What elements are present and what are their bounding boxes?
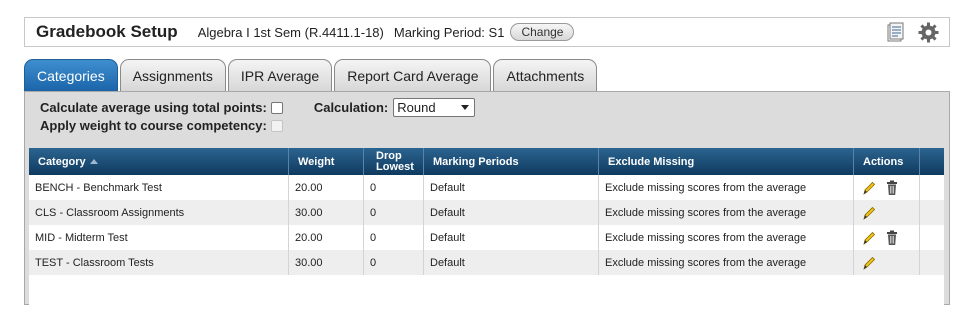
table-header: Category Weight Drop Lowest Marking Peri… xyxy=(29,148,944,175)
cell-drop-lowest: 0 xyxy=(364,175,424,200)
edit-pencil-icon[interactable] xyxy=(862,205,876,221)
tab-bar: Categories Assignments IPR Average Repor… xyxy=(24,59,599,92)
col-actions-label: Actions xyxy=(863,155,904,168)
cell-marking-periods: Default xyxy=(424,225,599,250)
tab-categories[interactable]: Categories xyxy=(24,59,118,92)
tab-assignments[interactable]: Assignments xyxy=(119,59,226,92)
table-empty-area xyxy=(29,275,944,326)
cell-marking-periods: Default xyxy=(424,250,599,275)
cell-weight: 20.00 xyxy=(289,225,364,250)
cell-spacer xyxy=(920,225,944,250)
cell-spacer xyxy=(920,200,944,225)
sort-asc-icon xyxy=(89,159,98,164)
categories-table: Category Weight Drop Lowest Marking Peri… xyxy=(29,148,944,326)
edit-pencil-icon[interactable] xyxy=(862,180,876,196)
col-category[interactable]: Category xyxy=(29,148,289,175)
total-points-label: Calculate average using total points: xyxy=(40,100,267,115)
total-points-option: Calculate average using total points: Ca… xyxy=(40,98,476,117)
cell-weight: 30.00 xyxy=(289,200,364,225)
table-row: MID - Midterm Test 20.00 0 Default Exclu… xyxy=(29,225,944,250)
col-marking-periods: Marking Periods xyxy=(424,148,599,175)
weight-checkbox[interactable] xyxy=(270,119,283,132)
weight-label: Apply weight to course competency: xyxy=(40,118,267,133)
col-spacer xyxy=(920,148,944,175)
chevron-down-icon xyxy=(461,105,470,110)
page-title: Gradebook Setup xyxy=(36,22,178,41)
cell-category: BENCH - Benchmark Test xyxy=(29,175,289,200)
cell-drop-lowest: 0 xyxy=(364,200,424,225)
table-row: CLS - Classroom Assignments 30.00 0 Defa… xyxy=(29,200,944,225)
col-lowest-label: Lowest xyxy=(376,160,414,173)
page-header: Gradebook Setup Algebra I 1st Sem (R.441… xyxy=(24,17,950,47)
col-weight: Weight xyxy=(289,148,364,175)
table-row: TEST - Classroom Tests 30.00 0 Default E… xyxy=(29,250,944,275)
cell-category: CLS - Classroom Assignments xyxy=(29,200,289,225)
course-name: Algebra I 1st Sem (R.4411.1-18) xyxy=(197,24,384,40)
tab-ipr-average[interactable]: IPR Average xyxy=(227,59,333,92)
cell-weight: 20.00 xyxy=(289,175,364,200)
cell-category: MID - Midterm Test xyxy=(29,225,289,250)
categories-panel: Calculate average using total points: Ca… xyxy=(24,91,950,326)
cell-actions xyxy=(854,175,920,200)
cell-weight: 30.00 xyxy=(289,250,364,275)
cell-spacer xyxy=(920,250,944,275)
cell-category: TEST - Classroom Tests xyxy=(29,250,289,275)
cell-marking-periods: Default xyxy=(424,200,599,225)
cell-spacer xyxy=(920,175,944,200)
cell-actions xyxy=(854,200,920,225)
col-drop-lowest: Drop Lowest xyxy=(364,148,424,175)
col-drop-label: Drop xyxy=(376,149,402,162)
tab-attachments[interactable]: Attachments xyxy=(493,59,598,92)
cell-marking-periods: Default xyxy=(424,175,599,200)
cell-drop-lowest: 0 xyxy=(364,250,424,275)
total-points-checkbox[interactable] xyxy=(270,101,283,114)
cell-exclude-missing: Exclude missing scores from the average xyxy=(599,250,854,275)
cell-actions xyxy=(854,250,920,275)
col-category-label: Category xyxy=(38,155,86,168)
cell-drop-lowest: 0 xyxy=(364,225,424,250)
table-row: BENCH - Benchmark Test 20.00 0 Default E… xyxy=(29,175,944,200)
col-marking-periods-label: Marking Periods xyxy=(433,155,519,168)
col-weight-label: Weight xyxy=(298,155,335,168)
edit-pencil-icon[interactable] xyxy=(862,230,876,246)
cell-exclude-missing: Exclude missing scores from the average xyxy=(599,200,854,225)
col-exclude-missing-label: Exclude Missing xyxy=(608,155,695,168)
trash-icon[interactable] xyxy=(885,230,899,246)
trash-icon[interactable] xyxy=(885,180,899,196)
edit-pencil-icon[interactable] xyxy=(862,255,876,271)
cell-exclude-missing: Exclude missing scores from the average xyxy=(599,175,854,200)
report-icon[interactable] xyxy=(885,22,906,43)
cell-actions xyxy=(854,225,920,250)
col-actions: Actions xyxy=(854,148,920,175)
calculation-label: Calculation: xyxy=(313,100,389,115)
cell-exclude-missing: Exclude missing scores from the average xyxy=(599,225,854,250)
calculation-select[interactable]: Round xyxy=(393,98,476,117)
col-exclude-missing: Exclude Missing xyxy=(599,148,854,175)
weight-option: Apply weight to course competency: xyxy=(40,118,283,133)
change-button[interactable]: Change xyxy=(510,23,575,41)
marking-period: Marking Period: S1 xyxy=(393,24,505,40)
tab-report-card-average[interactable]: Report Card Average xyxy=(334,59,492,92)
gear-icon[interactable] xyxy=(918,22,939,43)
calculation-value: Round xyxy=(397,100,436,115)
